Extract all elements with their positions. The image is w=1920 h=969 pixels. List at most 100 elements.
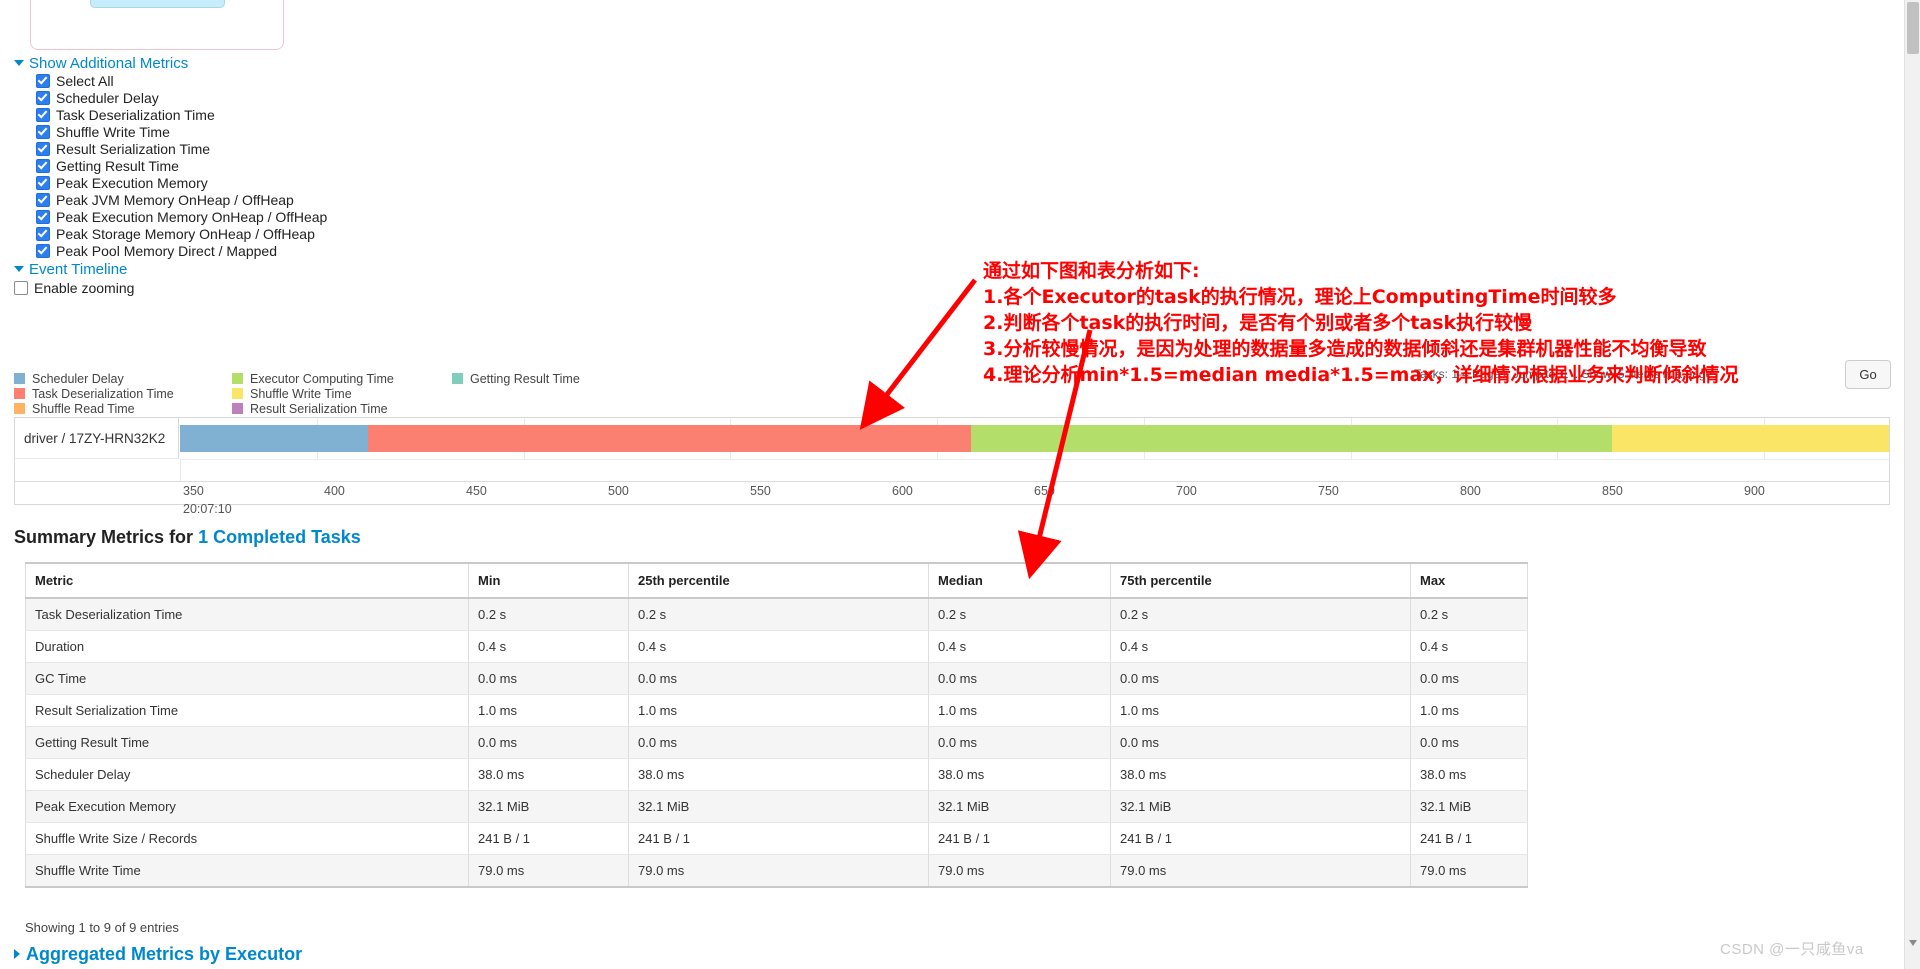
metric-label: Peak Execution Memory bbox=[56, 175, 208, 191]
checkbox-checked-icon[interactable] bbox=[36, 91, 50, 106]
metric-checkbox-peak-execution-memory-onheap[interactable]: Peak Execution Memory OnHeap / OffHeap bbox=[36, 209, 327, 226]
timeline-segment-scheduler-delay[interactable] bbox=[180, 425, 368, 452]
col-min[interactable]: Min bbox=[468, 562, 629, 599]
cell-p75: 32.1 MiB bbox=[1110, 790, 1411, 823]
metric-checkbox-peak-pool-memory-direct[interactable]: Peak Pool Memory Direct / Mapped bbox=[36, 243, 277, 260]
legend-swatch-icon bbox=[232, 403, 243, 415]
cell-metric: Shuffle Write Size / Records bbox=[25, 822, 469, 855]
scroll-down-arrow-icon[interactable] bbox=[1909, 940, 1917, 946]
vertical-scrollbar[interactable] bbox=[1904, 0, 1920, 969]
col-median[interactable]: Median bbox=[928, 562, 1111, 599]
show-additional-metrics-header[interactable]: Show Additional Metrics bbox=[14, 55, 188, 72]
cell-max: 241 B / 1 bbox=[1410, 822, 1528, 855]
legend-label: Scheduler Delay bbox=[32, 372, 124, 386]
metric-checkbox-peak-execution-memory[interactable]: Peak Execution Memory bbox=[36, 175, 208, 192]
metric-checkbox-scheduler-delay[interactable]: Scheduler Delay bbox=[36, 90, 159, 107]
cell-median: 0.2 s bbox=[928, 598, 1111, 631]
metric-checkbox-task-deserialization-time[interactable]: Task Deserialization Time bbox=[36, 107, 215, 124]
cell-max: 0.0 ms bbox=[1410, 662, 1528, 695]
cell-metric: Peak Execution Memory bbox=[25, 790, 469, 823]
metric-label: Result Serialization Time bbox=[56, 141, 211, 157]
cell-max: 0.0 ms bbox=[1410, 726, 1528, 759]
axis-subtick: 20:07:10 bbox=[183, 502, 232, 516]
checkbox-checked-icon[interactable] bbox=[36, 176, 50, 191]
metric-label: Task Deserialization Time bbox=[56, 107, 215, 123]
metric-label: Peak JVM Memory OnHeap / OffHeap bbox=[56, 192, 294, 208]
metric-checkbox-getting-result-time[interactable]: Getting Result Time bbox=[36, 158, 179, 175]
col-metric[interactable]: Metric bbox=[25, 562, 469, 599]
col-max[interactable]: Max bbox=[1410, 562, 1528, 599]
legend-swatch-icon bbox=[14, 373, 25, 385]
legend-item-scheduler-delay: Scheduler Delay bbox=[14, 372, 174, 387]
timeline-segment-executor-computing-time[interactable] bbox=[971, 425, 1613, 452]
metric-checkbox-shuffle-write-time[interactable]: Shuffle Write Time bbox=[36, 124, 170, 141]
enable-zooming-checkbox-row[interactable]: Enable zooming bbox=[14, 280, 134, 297]
show-test-details-button[interactable]: Show at Test riscalars 1 bbox=[90, 0, 225, 8]
cell-median: 38.0 ms bbox=[928, 758, 1111, 791]
scrollbar-thumb[interactable] bbox=[1907, 2, 1919, 54]
table-row: Duration 0.4 s 0.4 s 0.4 s 0.4 s 0.4 s bbox=[25, 630, 1528, 663]
checkbox-checked-icon[interactable] bbox=[36, 244, 50, 259]
annotation-line: 4.理论分析min*1.5=median media*1.5=max，详细情况根… bbox=[983, 364, 1739, 386]
caret-right-icon bbox=[14, 949, 20, 960]
checkbox-checked-icon[interactable] bbox=[36, 108, 50, 123]
legend-swatch-icon bbox=[232, 373, 243, 385]
cell-p75: 0.0 ms bbox=[1110, 662, 1411, 695]
caret-down-icon bbox=[14, 266, 24, 273]
event-timeline-header[interactable]: Event Timeline bbox=[14, 261, 127, 278]
checkbox-unchecked-icon[interactable] bbox=[14, 281, 28, 296]
event-timeline-chart[interactable]: driver / 17ZY-HRN32K2 350 20:07:10 400 4 bbox=[14, 417, 1890, 516]
axis-tick: 700 bbox=[1176, 484, 1197, 498]
cell-median: 1.0 ms bbox=[928, 694, 1111, 727]
checkbox-checked-icon[interactable] bbox=[36, 142, 50, 157]
axis-tick: 850 bbox=[1602, 484, 1623, 498]
cell-p25: 1.0 ms bbox=[628, 694, 929, 727]
caret-down-icon bbox=[14, 60, 24, 67]
col-75th[interactable]: 75th percentile bbox=[1110, 562, 1411, 599]
legend-item-task-deserialization-time: Task Deserialization Time bbox=[14, 387, 174, 402]
table-row: Task Deserialization Time 0.2 s 0.2 s 0.… bbox=[25, 598, 1528, 631]
table-row: Shuffle Write Size / Records 241 B / 1 2… bbox=[25, 822, 1528, 855]
cell-p25: 38.0 ms bbox=[628, 758, 929, 791]
table-row: Shuffle Write Time 79.0 ms 79.0 ms 79.0 … bbox=[25, 854, 1528, 888]
axis-tick: 600 bbox=[892, 484, 913, 498]
timeline-track[interactable] bbox=[180, 418, 1889, 460]
annotation-line: 通过如下图和表分析如下: bbox=[983, 260, 1200, 282]
axis-tick: 650 bbox=[1034, 484, 1055, 498]
summary-title-link[interactable]: 1 Completed Tasks bbox=[198, 527, 361, 547]
checkbox-checked-icon[interactable] bbox=[36, 74, 50, 89]
metric-checkbox-peak-jvm-memory[interactable]: Peak JVM Memory OnHeap / OffHeap bbox=[36, 192, 294, 209]
legend-label: Getting Result Time bbox=[470, 372, 580, 386]
cell-max: 32.1 MiB bbox=[1410, 790, 1528, 823]
timeline-segment-task-deserialization-time[interactable] bbox=[367, 425, 972, 452]
event-timeline-label: Event Timeline bbox=[29, 261, 128, 278]
cell-median: 32.1 MiB bbox=[928, 790, 1111, 823]
table-header-row: Metric Min 25th percentile Median 75th p… bbox=[25, 562, 1528, 599]
cell-min: 0.0 ms bbox=[468, 662, 629, 695]
metric-label: Peak Execution Memory OnHeap / OffHeap bbox=[56, 209, 328, 225]
metric-label: Getting Result Time bbox=[56, 158, 179, 174]
cell-median: 0.4 s bbox=[928, 630, 1111, 663]
metric-label: Peak Storage Memory OnHeap / OffHeap bbox=[56, 226, 315, 242]
col-25th[interactable]: 25th percentile bbox=[628, 562, 929, 599]
summary-metrics-table: Metric Min 25th percentile Median 75th p… bbox=[25, 562, 1528, 888]
metric-checkbox-select-all[interactable]: Select All bbox=[36, 73, 114, 90]
timeline-segment-shuffle-write-time[interactable] bbox=[1612, 425, 1889, 452]
show-additional-metrics-label: Show Additional Metrics bbox=[29, 55, 189, 72]
legend-label: Shuffle Write Time bbox=[250, 387, 352, 401]
cell-p25: 0.4 s bbox=[628, 630, 929, 663]
checkbox-checked-icon[interactable] bbox=[36, 193, 50, 208]
checkbox-checked-icon[interactable] bbox=[36, 159, 50, 174]
cell-p25: 0.0 ms bbox=[628, 662, 929, 695]
timeline-task-bar[interactable] bbox=[180, 425, 1889, 452]
cell-metric: Getting Result Time bbox=[25, 726, 469, 759]
checkbox-checked-icon[interactable] bbox=[36, 125, 50, 140]
metric-checkbox-peak-storage-memory-onheap[interactable]: Peak Storage Memory OnHeap / OffHeap bbox=[36, 226, 315, 243]
checkbox-checked-icon[interactable] bbox=[36, 210, 50, 225]
pager-go-button[interactable]: Go bbox=[1845, 360, 1891, 389]
metric-checkbox-result-serialization-time[interactable]: Result Serialization Time bbox=[36, 141, 210, 158]
arrow-to-timeline bbox=[859, 278, 977, 430]
checkbox-checked-icon[interactable] bbox=[36, 227, 50, 242]
aggregated-metrics-header[interactable]: Aggregated Metrics by Executor bbox=[14, 944, 302, 965]
cell-max: 79.0 ms bbox=[1410, 854, 1528, 888]
